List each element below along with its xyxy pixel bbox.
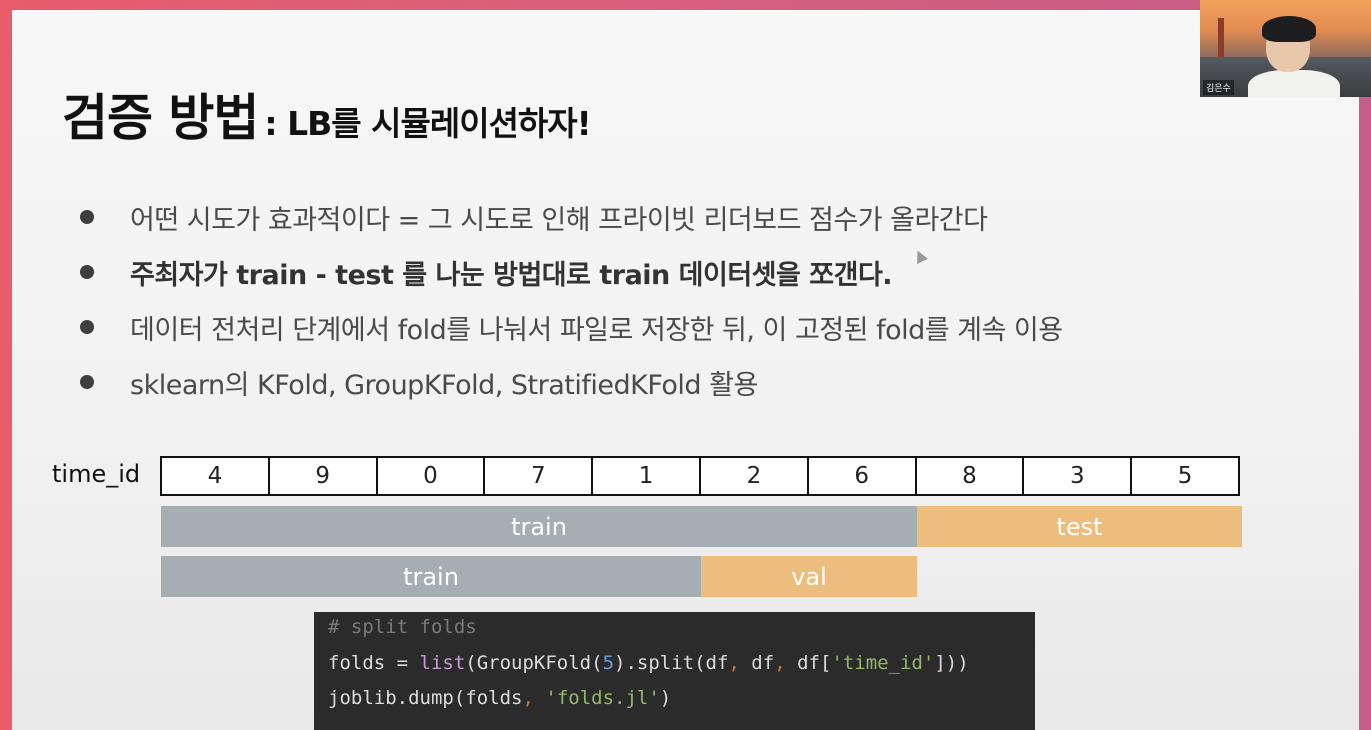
code-block: # split folds folds = list(GroupKFold(5)… (314, 612, 1035, 730)
bullet-text: 어떤 시도가 효과적이다 = 그 시도로 인해 프라이빗 리더보드 점수가 올라… (130, 205, 988, 236)
participant-name: 김은수 (1203, 80, 1234, 95)
bullet-dot-icon (80, 210, 94, 224)
train-bar-row1: train (161, 506, 917, 547)
time-id-cell: 2 (698, 458, 807, 494)
webcam-video-tile[interactable]: 김은수 (1200, 0, 1371, 97)
time-id-cell: 4 (207, 463, 223, 489)
title-sub: : LB를 시뮬레이션하자! (264, 104, 591, 143)
test-bar-row1: test (917, 506, 1242, 547)
val-bar-row2: val (701, 556, 917, 597)
bullet-dot-icon (80, 375, 94, 389)
time-id-cell: 8 (914, 458, 1023, 494)
person-shirt (1248, 70, 1340, 97)
code-line-3: joblib.dump(folds, 'folds.jl') (328, 687, 672, 709)
title-main: 검증 방법 (62, 89, 259, 147)
bullet-text: 데이터 전처리 단계에서 fold를 나눠서 파일로 저장한 뒤, 이 고정된 … (130, 315, 1063, 346)
time-id-cell: 9 (267, 458, 376, 494)
bullet-dot-icon (80, 320, 94, 334)
slide-title: 검증 방법: LB를 시뮬레이션하자! (62, 78, 592, 150)
person-hair (1262, 16, 1316, 42)
bullet-text: 주최자가 train - test 를 나눈 방법대로 train 데이터셋을 … (130, 260, 893, 291)
bullet-text: sklearn의 KFold, GroupKFold, StratifiedKF… (130, 370, 758, 401)
code-comment: # split folds (328, 616, 477, 638)
time-id-cell: 6 (806, 458, 915, 494)
bullet-dot-icon (80, 265, 94, 279)
time-id-cell: 1 (591, 458, 699, 494)
time-id-cell: 5 (1130, 458, 1238, 494)
code-line-2: folds = list(GroupKFold(5).split(df, df,… (328, 652, 969, 674)
time-id-cell: 7 (483, 458, 591, 494)
train-bar-row2: train (161, 556, 701, 597)
slide: 검증 방법: LB를 시뮬레이션하자! 어떤 시도가 효과적이다 = 그 시도로… (12, 10, 1359, 730)
mouse-cursor-icon (912, 248, 928, 264)
time-id-cell: 3 (1022, 458, 1130, 494)
time-id-row: 4 9 0 7 1 2 6 8 3 5 (160, 456, 1240, 496)
time-id-cell: 0 (375, 458, 484, 494)
time-id-label: time_id (52, 460, 141, 488)
